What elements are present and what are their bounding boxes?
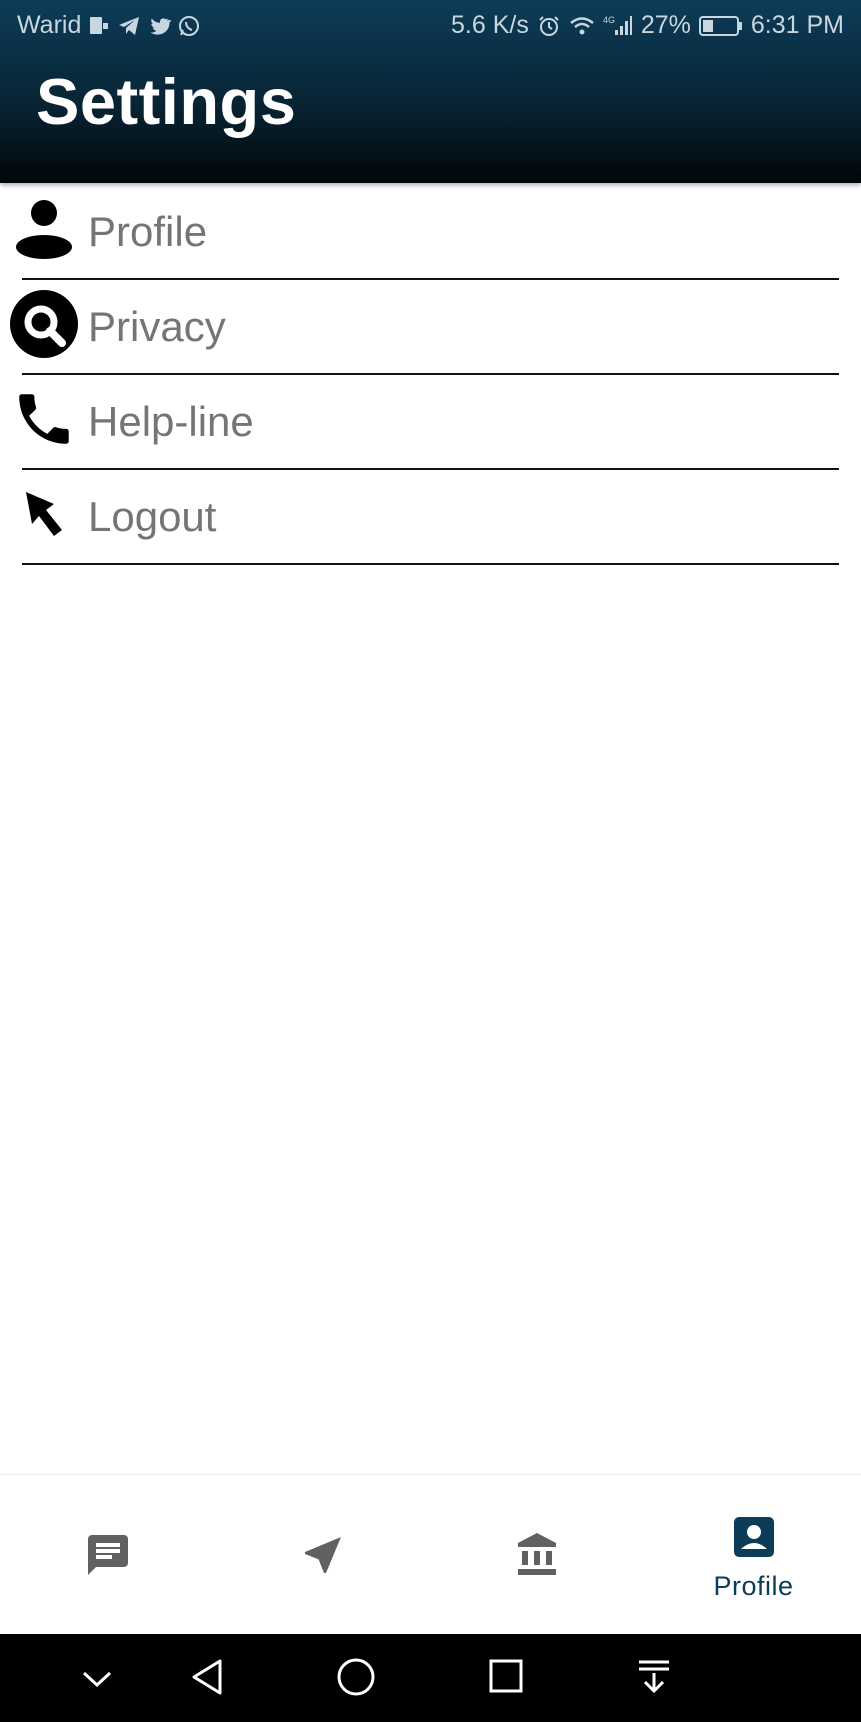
collapse-icon[interactable] <box>78 1660 116 1703</box>
notifications-pull-icon[interactable] <box>634 1656 674 1701</box>
network-type: 4G <box>603 15 615 25</box>
person-icon <box>8 193 80 265</box>
signal-icon: 4G <box>603 14 633 38</box>
profile-badge-icon <box>732 1515 776 1564</box>
system-navigation-bar <box>0 1634 861 1722</box>
home-icon[interactable] <box>335 1656 377 1703</box>
menu-item-helpline[interactable]: Help-line <box>0 375 861 470</box>
nav-messages[interactable] <box>0 1475 215 1635</box>
menu-item-label: Profile <box>88 208 208 255</box>
nav-navigate[interactable] <box>215 1475 430 1635</box>
phone-icon <box>8 383 80 455</box>
menu-item-logout[interactable]: Logout <box>0 470 861 565</box>
recents-icon[interactable] <box>486 1656 526 1701</box>
status-bar: Warid 5.6 K/s 4G 27% 6:31 PM <box>0 0 861 52</box>
battery-icon <box>698 15 743 37</box>
nav-bank[interactable] <box>430 1475 645 1635</box>
settings-menu: Profile Privacy Help-line Logout <box>0 185 861 565</box>
status-left: Warid <box>17 11 201 40</box>
back-icon[interactable] <box>186 1656 228 1703</box>
nav-profile[interactable]: Profile <box>646 1475 861 1635</box>
page-title: Settings <box>36 65 297 138</box>
divider <box>22 563 839 565</box>
arrow-pointer-icon <box>8 478 80 550</box>
battery-percent: 27% <box>640 11 691 39</box>
bottom-navigation: Profile <box>0 1474 861 1635</box>
menu-item-privacy[interactable]: Privacy <box>0 280 861 375</box>
telegram-icon <box>117 14 141 38</box>
app-header: Warid 5.6 K/s 4G 27% 6:31 PM Settings <box>0 0 861 183</box>
whatsapp-icon <box>177 14 201 38</box>
nav-profile-label: Profile <box>713 1571 794 1601</box>
clock: 6:31 PM <box>750 11 844 39</box>
network-speed: 5.6 K/s <box>451 11 529 39</box>
menu-item-label: Help-line <box>88 398 254 445</box>
status-right: 5.6 K/s 4G 27% 6:31 PM <box>451 11 844 40</box>
alarm-icon <box>537 14 561 38</box>
privacy-search-icon <box>8 288 80 360</box>
carrier-name: Warid <box>17 11 82 39</box>
menu-item-label: Privacy <box>88 303 226 350</box>
navigation-arrow-icon <box>299 1531 347 1584</box>
wifi-icon <box>569 14 595 38</box>
bank-icon <box>514 1531 562 1584</box>
menu-item-profile[interactable]: Profile <box>0 185 861 280</box>
message-icon <box>84 1531 132 1584</box>
twitter-icon <box>147 14 172 38</box>
menu-item-label: Logout <box>88 493 217 540</box>
sim-icon <box>87 14 111 38</box>
